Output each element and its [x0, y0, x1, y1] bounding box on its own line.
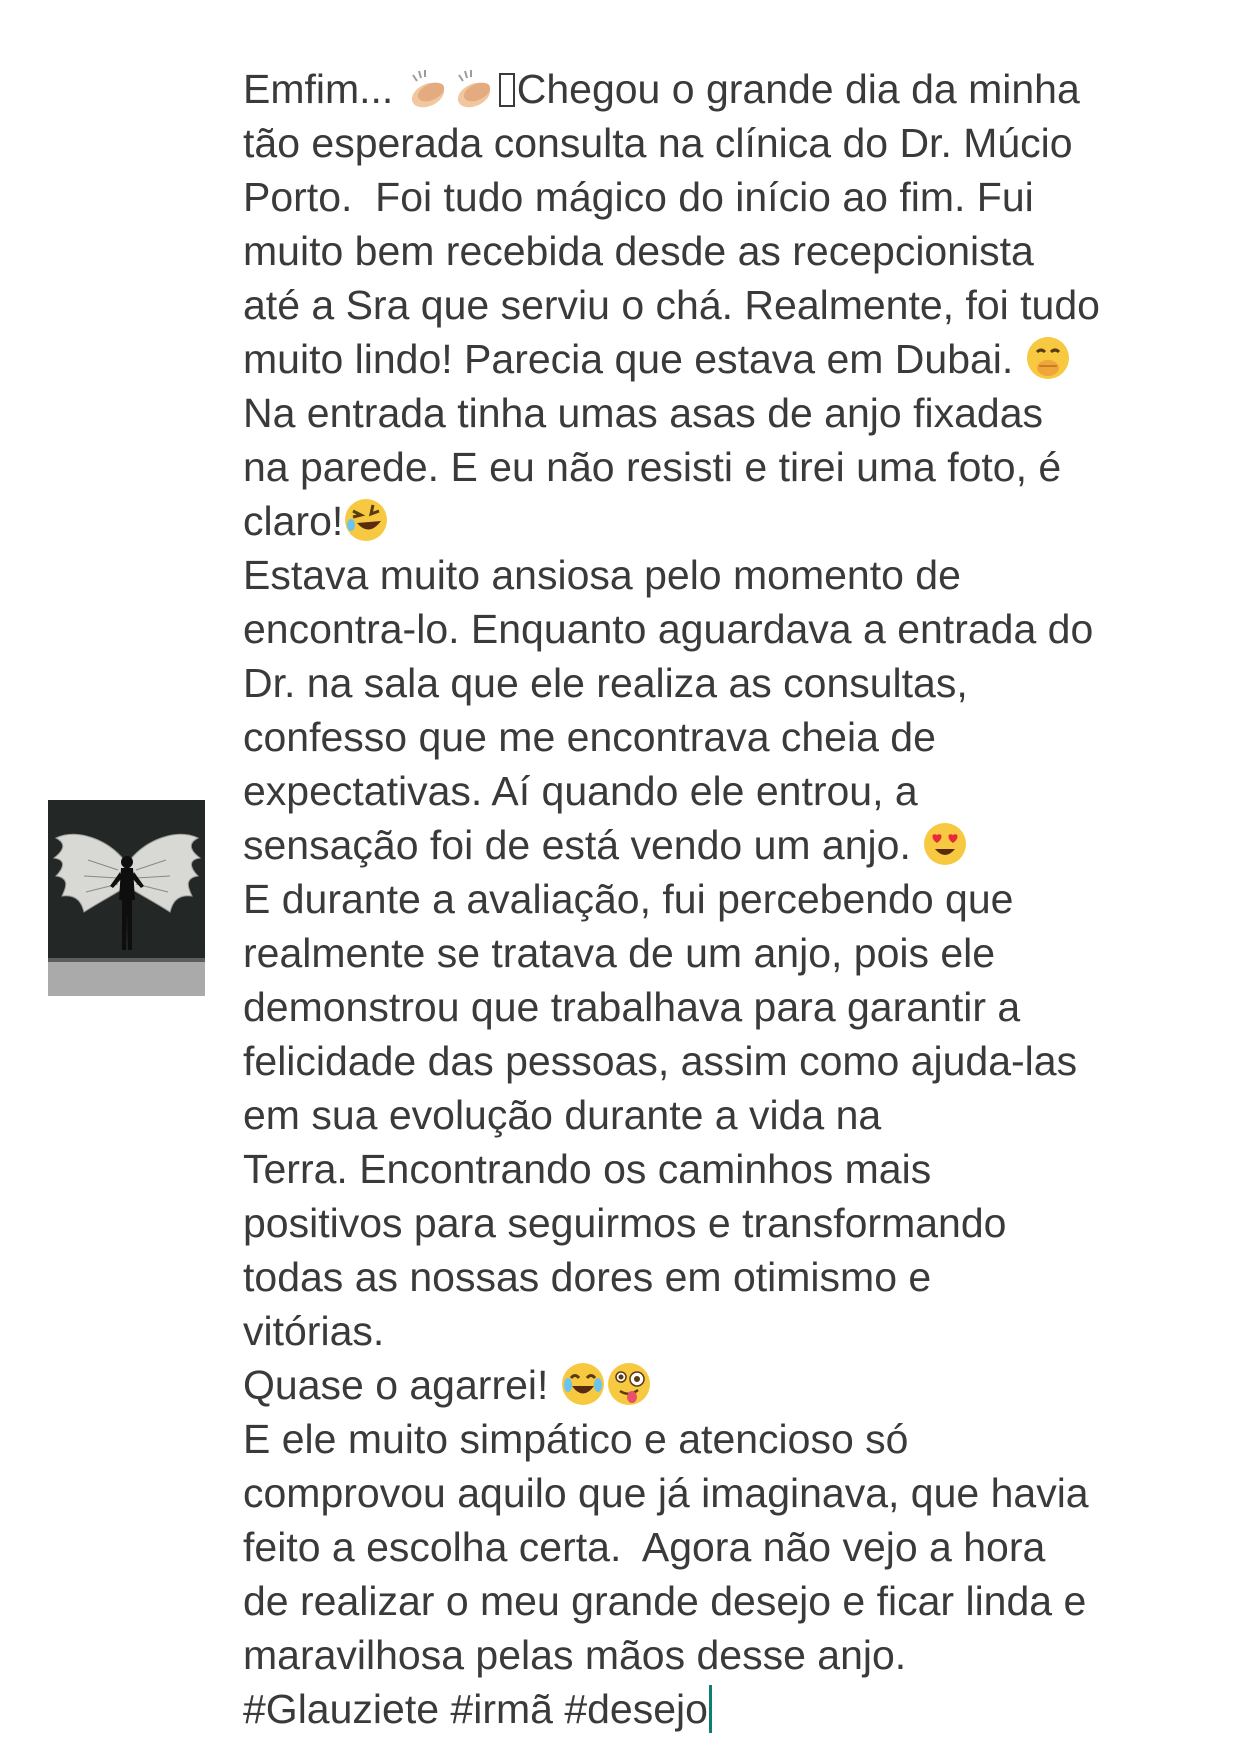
zany-face-icon [606, 1361, 652, 1407]
post-line-1: Emfim... Chegou o grande dia da minha [243, 65, 1080, 112]
post-line-22: positivos para seguirmos e transformando [243, 1200, 1007, 1246]
post-line-29: de realizar o meu grande desejo e ficar … [243, 1578, 1087, 1624]
post-line-6: muito lindo! Parecia que estava em Dubai… [243, 332, 1203, 386]
post-line-27: comprovou aquilo que já imaginava, que h… [243, 1470, 1089, 1516]
rolling-on-floor-laughing-icon [343, 497, 389, 543]
post-line-3: Porto. Foi tudo mágico do início ao fim.… [243, 174, 1034, 220]
post-line-25: Quase o agarrei! [243, 1358, 1203, 1412]
post-line-12: Dr. na sala que ele realiza as consultas… [243, 660, 968, 706]
heart-eyes-icon [922, 821, 968, 867]
post-line-19: felicidade das pessoas, assim como ajuda… [243, 1038, 1078, 1084]
post-line-9: claro! [243, 494, 1203, 548]
post-line-24: vitórias. [243, 1308, 385, 1354]
text-cursor [708, 1685, 712, 1733]
post-line-20: em sua evolução durante a vida na [243, 1092, 882, 1138]
post-line-7: Na entrada tinha umas asas de anjo fixad… [243, 390, 1044, 436]
post-line-14: expectativas. Aí quando ele entrou, a [243, 768, 918, 814]
post-line-15: sensação foi de está vendo um anjo. [243, 818, 1203, 872]
post-line-26: E ele muito simpático e atencioso só [243, 1416, 909, 1462]
hashtags[interactable]: #Glauziete #irmã #desejo [243, 1686, 708, 1732]
post-line-13: confesso que me encontrava cheia de [243, 714, 936, 760]
post-line-18: demonstrou que trabalhava para garantir … [243, 984, 1021, 1030]
tears-of-joy-icon [560, 1361, 606, 1407]
post-line-17: realmente se tratava de um anjo, pois el… [243, 930, 996, 976]
clapping-hands-icon [405, 65, 451, 111]
post-line-4: muito bem recebida desde as recepcionist… [243, 228, 1034, 274]
post-text[interactable]: Emfim... Chegou o grande dia da minha tã… [243, 62, 1203, 1736]
post-line-30: maravilhosa pelas mãos desse anjo. [243, 1632, 907, 1678]
post-line-28: feito a escolha certa. Agora não vejo a … [243, 1524, 1046, 1570]
post-line-21: Terra. Encontrando os caminhos mais [243, 1146, 932, 1192]
post-line-2: tão esperada consulta na clínica do Dr. … [243, 120, 1073, 166]
angel-wings-photo-thumbnail[interactable] [48, 800, 205, 996]
clapping-hands-icon [451, 65, 497, 111]
missing-glyph-icon [498, 73, 515, 107]
post-line-11: encontra-lo. Enquanto aguardava a entrad… [243, 606, 1094, 652]
post-line-31: #Glauziete #irmã #desejo [243, 1682, 1203, 1736]
post-line-5: até a Sra que serviu o chá. Realmente, f… [243, 282, 1100, 328]
post-line-16: E durante a avaliação, fui percebendo qu… [243, 876, 1014, 922]
post-line-23: todas as nossas dores em otimismo e [243, 1254, 932, 1300]
face-with-hand-over-mouth-icon [1025, 335, 1071, 381]
post-line-10: Estava muito ansiosa pelo momento de [243, 552, 961, 598]
angel-wings-photo [48, 800, 205, 996]
post-line-8: na parede. E eu não resisti e tirei uma … [243, 444, 1062, 490]
